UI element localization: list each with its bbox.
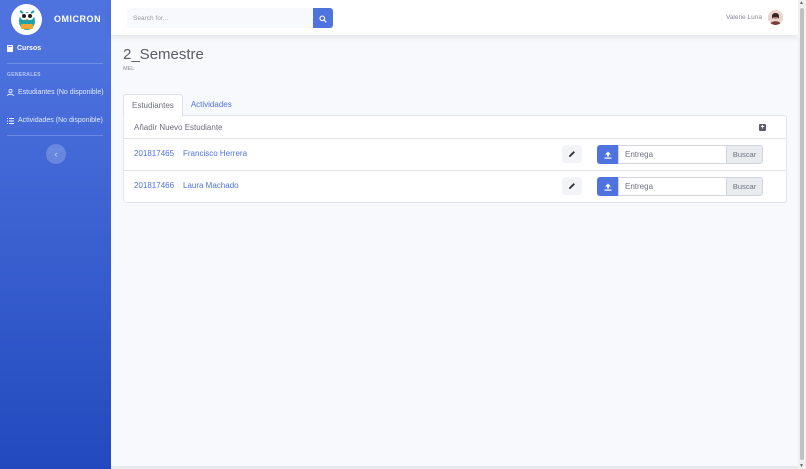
list-icon: [7, 117, 14, 124]
user-menu[interactable]: Valerie Luna: [726, 10, 783, 25]
table-row: 201817465 Francisco Herrera Entrega Busc…: [124, 139, 786, 171]
browse-button[interactable]: Buscar: [726, 177, 763, 196]
search-bar: [127, 8, 333, 28]
topbar: Valerie Luna: [111, 0, 798, 35]
sidebar-item-label: Cursos: [17, 45, 42, 52]
plus-square-icon[interactable]: +: [759, 123, 766, 131]
chevron-left-icon: ‹: [54, 149, 58, 159]
student-id[interactable]: 201817465: [134, 149, 174, 158]
owl-logo-icon: [11, 3, 42, 35]
scroll-thumb[interactable]: [800, 8, 804, 460]
avatar: [768, 10, 783, 25]
file-input[interactable]: Entrega: [618, 145, 727, 164]
sidebar-toggle-button[interactable]: ‹: [46, 144, 66, 164]
upload-icon: [604, 146, 612, 164]
page-title: 2_Semestre: [123, 46, 204, 63]
sidebar-heading: GENERALES: [7, 72, 41, 78]
upload-button[interactable]: [597, 145, 618, 164]
sidebar-item-estudiantes[interactable]: Estudiantes (No disponible): [7, 89, 104, 96]
browse-button[interactable]: Buscar: [726, 145, 763, 164]
page-scrollbar[interactable]: ▲ ▼: [798, 0, 806, 469]
tab-actividades[interactable]: Actividades: [183, 94, 240, 115]
student-name[interactable]: Laura Machado: [183, 181, 239, 190]
scroll-down-icon[interactable]: ▼: [799, 463, 804, 469]
sidebar: OMICRON Cursos GENERALES Estudiantes (No…: [0, 0, 111, 469]
pencil-icon: [568, 177, 576, 195]
user-icon: [7, 89, 14, 96]
brand[interactable]: OMICRON: [11, 3, 111, 35]
user-name: Valerie Luna: [725, 14, 762, 21]
add-student-label: Añadir Nuevo Estudiante: [134, 122, 223, 132]
student-name[interactable]: Francisco Herrera: [183, 149, 247, 158]
sidebar-divider: [7, 135, 103, 136]
scroll-up-icon[interactable]: ▲: [799, 0, 804, 6]
book-icon: [7, 45, 13, 52]
sidebar-item-label: Estudiantes (No disponible): [18, 89, 104, 96]
edit-button[interactable]: [562, 145, 582, 163]
upload-button[interactable]: [597, 177, 618, 196]
tabs: Estudiantes Actividades: [123, 94, 240, 117]
page-subtitle: MEL: [123, 66, 135, 72]
search-icon: [319, 11, 327, 26]
add-student-row[interactable]: Añadir Nuevo Estudiante +: [124, 116, 786, 139]
table-row: 201817466 Laura Machado Entrega Buscar: [124, 171, 786, 202]
edit-button[interactable]: [562, 177, 582, 195]
student-id[interactable]: 201817466: [134, 181, 174, 190]
sidebar-divider: [7, 63, 103, 64]
search-button[interactable]: [313, 8, 333, 28]
students-card: Añadir Nuevo Estudiante + 201817465 Fran…: [123, 115, 787, 203]
tab-estudiantes[interactable]: Estudiantes: [123, 94, 183, 117]
sidebar-item-label: Actividades (No disponible): [18, 117, 103, 124]
pencil-icon: [568, 145, 576, 163]
sidebar-item-cursos[interactable]: Cursos: [7, 45, 41, 52]
sidebar-item-actividades[interactable]: Actividades (No disponible): [7, 117, 103, 124]
search-input[interactable]: [127, 8, 313, 28]
upload-icon: [604, 178, 612, 196]
file-input[interactable]: Entrega: [618, 177, 727, 196]
brand-name: OMICRON: [54, 14, 101, 24]
